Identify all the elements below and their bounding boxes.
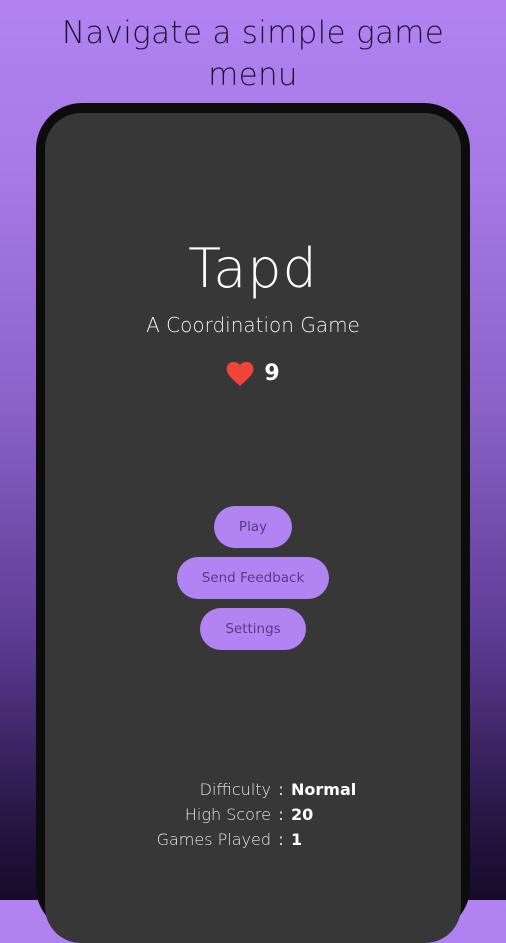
player-stats: Difficulty : Normal High Score : 20 Game… <box>45 777 461 852</box>
app-subtitle: A Coordination Game <box>146 313 360 337</box>
stat-high-score: High Score : 20 <box>45 802 461 827</box>
stat-games-played: Games Played : 1 <box>45 827 461 852</box>
app-title: Tapd <box>188 237 318 300</box>
stat-label: Games Played <box>156 830 271 849</box>
play-button[interactable]: Play <box>213 506 293 548</box>
stat-value: 20 <box>291 805 314 824</box>
stat-value: 1 <box>291 830 303 849</box>
main-menu: Play Send Feedback Settings <box>45 506 461 650</box>
stat-difficulty: Difficulty : Normal <box>45 777 461 802</box>
app-screen: Tapd A Coordination Game 9 Play Send Fee… <box>45 113 461 943</box>
stat-label: High Score <box>184 805 271 824</box>
phone-frame: Tapd A Coordination Game 9 Play Send Fee… <box>36 103 470 943</box>
stat-value: Normal <box>291 780 357 799</box>
send-feedback-button[interactable]: Send Feedback <box>176 557 330 599</box>
settings-button[interactable]: Settings <box>200 608 306 650</box>
stat-separator: : <box>278 805 284 824</box>
heart-shape <box>226 361 254 387</box>
lives-indicator: 9 <box>45 360 461 388</box>
stat-separator: : <box>278 780 284 799</box>
stat-label: Difficulty <box>199 780 271 799</box>
promo-caption: Navigate a simple game menu <box>61 15 445 93</box>
stat-separator: : <box>278 830 284 849</box>
heart-icon <box>226 361 254 387</box>
lives-count: 9 <box>264 361 280 386</box>
